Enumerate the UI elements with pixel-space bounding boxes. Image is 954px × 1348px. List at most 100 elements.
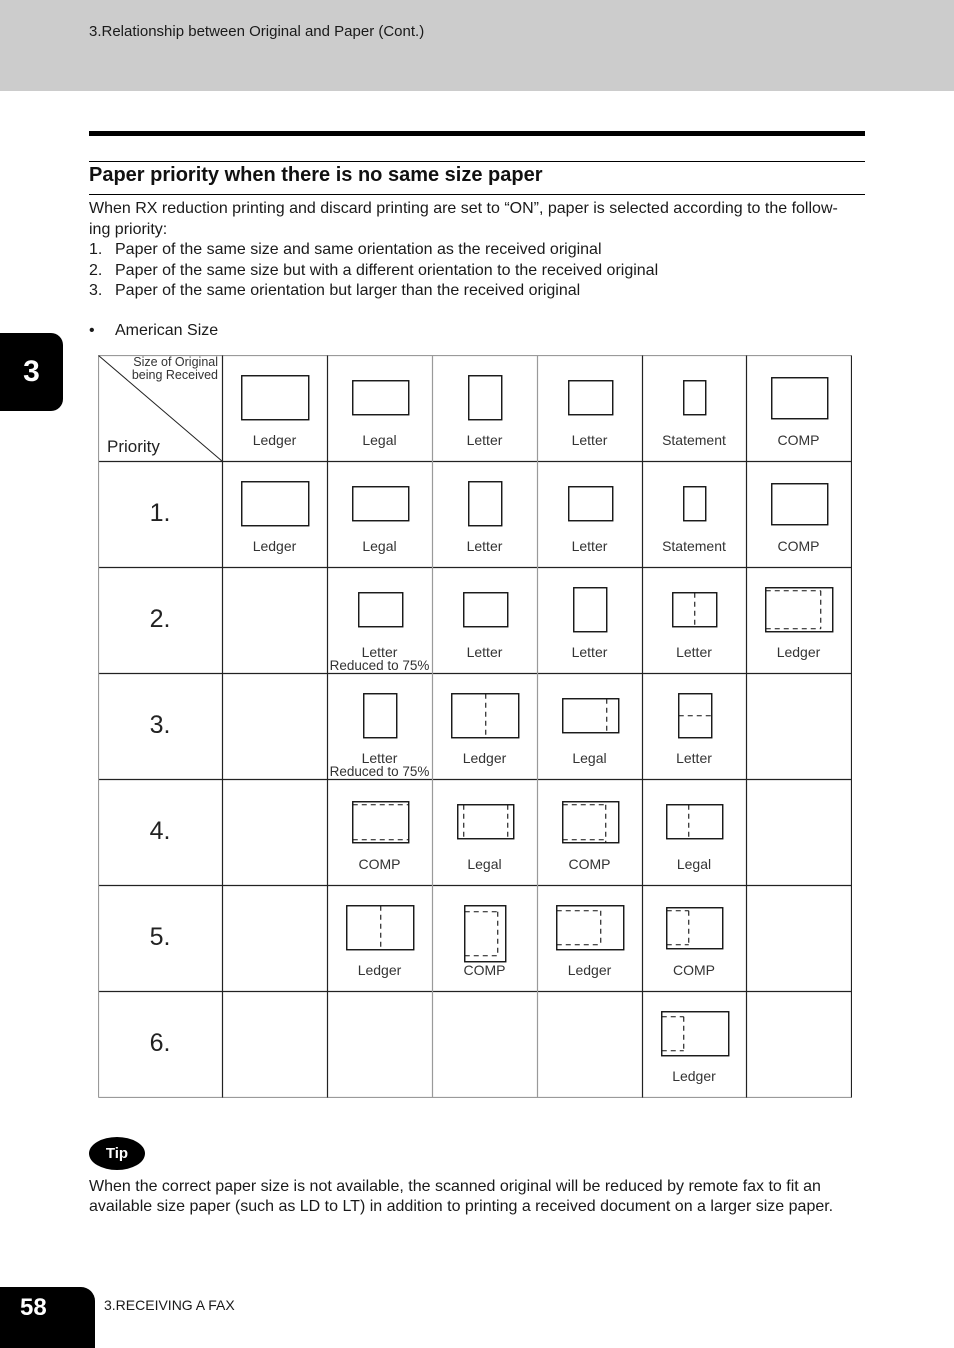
title-rule-bottom bbox=[89, 194, 865, 195]
paper-size-label: COMP bbox=[463, 962, 506, 978]
comp-landscape-letter-fit-paper-icon bbox=[561, 800, 619, 843]
legal-landscape-letter-fit-paper-icon bbox=[561, 698, 619, 734]
empty-cell bbox=[222, 673, 327, 779]
letter-portrait-paper-icon bbox=[573, 587, 608, 633]
empty-cell bbox=[222, 779, 327, 885]
section-title: Paper priority when there is no same siz… bbox=[89, 164, 543, 186]
paper-cell: Letter bbox=[642, 673, 746, 779]
paper-cell: Ledger bbox=[746, 567, 851, 673]
paper-cell: Statement bbox=[642, 355, 746, 461]
reduction-note: Reduced to 75% bbox=[329, 658, 430, 673]
empty-cell bbox=[222, 885, 327, 991]
rule-text: Paper of the same size and same orientat… bbox=[115, 241, 602, 258]
rule-text: Paper of the same size but with a differ… bbox=[115, 261, 659, 279]
paper-cell: Letter bbox=[432, 355, 537, 461]
title-rule-top bbox=[89, 161, 865, 162]
rule-number: 2. bbox=[89, 261, 103, 279]
paper-size-label: COMP bbox=[568, 856, 611, 872]
letter-landscape-reduced-paper-icon bbox=[357, 592, 403, 628]
paper-size-label: Legal bbox=[362, 432, 397, 448]
empty-cell bbox=[746, 991, 851, 1097]
intro-line: ing priority: bbox=[89, 220, 168, 238]
priority-rule: 2. Paper of the same size but with a dif… bbox=[89, 261, 869, 282]
rule-number: 3. bbox=[89, 282, 103, 299]
paper-cell: Legal bbox=[432, 779, 537, 885]
paper-cell: COMP bbox=[432, 885, 537, 991]
ledger-landscape-legal-fit-paper-icon bbox=[451, 693, 520, 739]
paper-size-label: Legal bbox=[362, 538, 397, 554]
priority-rule: 3. Paper of the same orientation but lar… bbox=[89, 281, 869, 302]
paper-cell: COMP bbox=[327, 779, 432, 885]
empty-cell bbox=[746, 779, 851, 885]
legal-landscape-paper-icon bbox=[351, 380, 409, 416]
paper-size-label: Letter Reduced to 75% bbox=[327, 645, 432, 673]
corner-header-line: being Received bbox=[131, 368, 218, 382]
paper-size-label: COMP bbox=[673, 962, 715, 978]
statement-portrait-paper-icon bbox=[683, 380, 707, 416]
ledger-landscape-paper-icon bbox=[241, 375, 310, 421]
bullet-american-size: • American Size bbox=[89, 322, 218, 340]
paper-cell: COMP bbox=[537, 779, 642, 885]
empty-cell bbox=[746, 885, 851, 991]
tip-line: When the correct paper size is not avail… bbox=[89, 1178, 821, 1195]
paper-cell: COMP bbox=[746, 461, 851, 567]
paper-cell: Ledger bbox=[222, 355, 327, 461]
paper-size-label: Ledger bbox=[252, 538, 297, 554]
letter-landscape-statement-fit-paper-icon bbox=[672, 592, 718, 628]
paper-size-label: Legal bbox=[572, 750, 607, 766]
reduction-note: Reduced to 75% bbox=[329, 764, 430, 779]
chapter-tab: 3 bbox=[0, 333, 63, 411]
paper-size-label: Letter bbox=[571, 644, 608, 660]
empty-cell bbox=[432, 991, 537, 1097]
priority-number: 1. bbox=[149, 499, 171, 527]
paper-cell: Letter Reduced to 75% bbox=[327, 673, 432, 779]
ledger-landscape-paper-icon bbox=[241, 481, 310, 527]
letter-landscape-paper-icon bbox=[462, 592, 508, 628]
paper-cell: Legal bbox=[327, 355, 432, 461]
comp-landscape-ledger-fit-paper-icon bbox=[351, 800, 409, 843]
letter-portrait-paper-icon bbox=[468, 375, 503, 421]
comp-landscape-paper-icon bbox=[770, 376, 828, 419]
paper-size-label: Letter bbox=[676, 644, 712, 660]
letter-portrait-paper-icon bbox=[468, 481, 503, 527]
paper-cell: Letter Reduced to 75% bbox=[327, 567, 432, 673]
empty-cell bbox=[746, 673, 851, 779]
paper-cell: Legal bbox=[642, 779, 746, 885]
priority-number: 4. bbox=[149, 817, 171, 845]
paper-cell: Letter bbox=[537, 567, 642, 673]
corner-header-priority: Priority bbox=[107, 437, 160, 456]
paper-cell: Letter bbox=[642, 567, 746, 673]
empty-cell bbox=[222, 991, 327, 1097]
letter-portrait-statement-fit-paper-icon bbox=[677, 693, 712, 739]
paper-cell: Statement bbox=[642, 461, 746, 567]
paper-size-label: Letter bbox=[466, 432, 503, 448]
paper-cell: Legal bbox=[327, 461, 432, 567]
paper-size-label: Legal bbox=[676, 856, 712, 872]
intro-text: When RX reduction printing and discard p… bbox=[89, 199, 869, 302]
ledger-landscape-legal-fit-paper-icon bbox=[346, 905, 415, 951]
paper-size-label: Ledger bbox=[252, 432, 297, 448]
priority-number: 2. bbox=[149, 605, 171, 633]
paper-size-label: Letter bbox=[466, 644, 503, 660]
comp-landscape-paper-icon bbox=[770, 482, 828, 525]
paper-cell: COMP bbox=[642, 885, 746, 991]
tip-line: available size paper (such as LD to LT) … bbox=[89, 1198, 834, 1215]
priority-number: 5. bbox=[149, 923, 171, 951]
paper-size-label: Statement bbox=[662, 538, 726, 554]
paper-size-label: Letter bbox=[466, 538, 503, 554]
priority-rule: 1. Paper of the same size and same orien… bbox=[89, 240, 869, 261]
bullet-icon: • bbox=[89, 322, 95, 339]
empty-cell bbox=[327, 991, 432, 1097]
paper-size-label: Letter bbox=[571, 432, 608, 448]
ledger-landscape-comp-fit-paper-icon bbox=[765, 587, 834, 633]
paper-size-label: Ledger bbox=[672, 1068, 716, 1084]
rule-text: Paper of the same orientation but larger… bbox=[115, 282, 581, 299]
footer-chapter: 3.RECEIVING A FAX bbox=[104, 1297, 235, 1313]
legal-landscape-letter-fit-paper-icon bbox=[456, 804, 514, 840]
paper-cell: Letter bbox=[537, 355, 642, 461]
paper-size-label: COMP bbox=[358, 856, 401, 872]
comp-landscape-statement-fit-paper-icon bbox=[666, 906, 724, 949]
letter-landscape-paper-icon bbox=[567, 486, 613, 522]
bullet-text: American Size bbox=[115, 322, 219, 339]
tip-text: When the correct paper size is not avail… bbox=[89, 1177, 889, 1217]
